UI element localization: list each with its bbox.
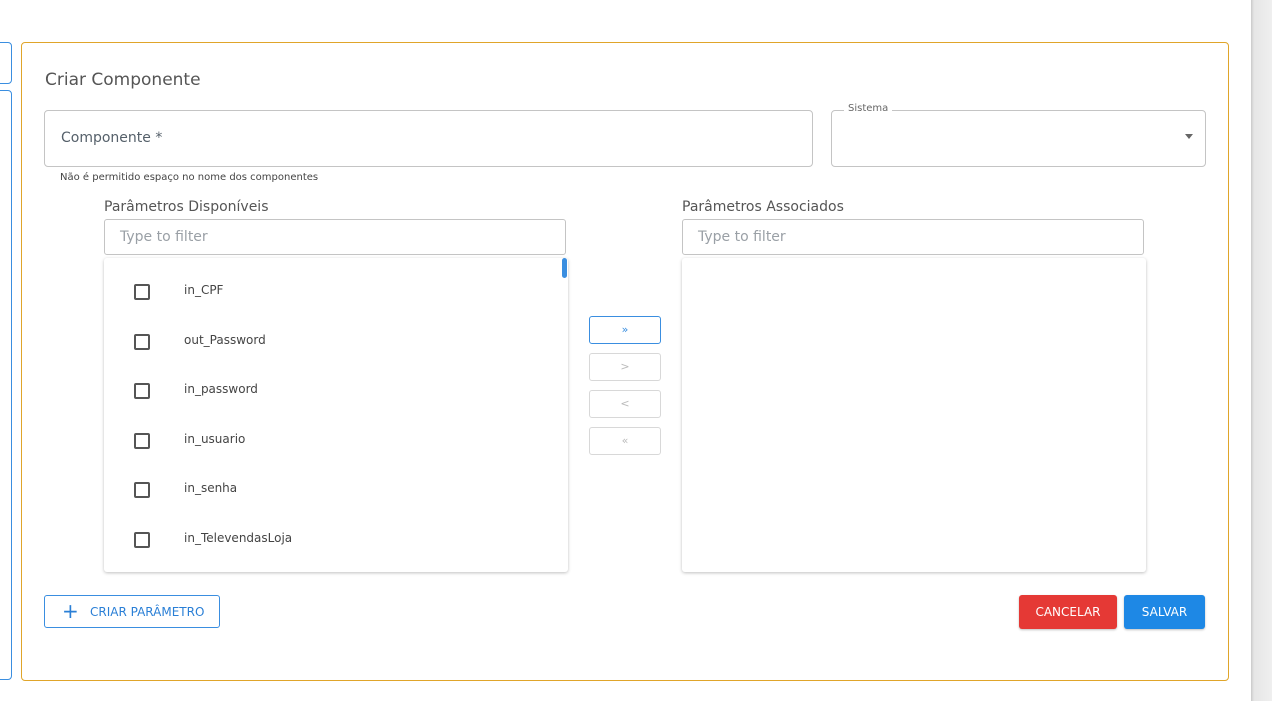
list-item-label: in_TelevendasLoja [184,531,293,545]
cancel-button[interactable]: CANCELAR [1019,595,1117,629]
checkbox[interactable] [134,433,150,449]
page-scrollbar[interactable] [1251,0,1272,701]
list-item[interactable]: in_password [104,375,544,405]
dropdown-caret-icon [1185,134,1193,139]
list-item-label: in_usuario [184,432,246,446]
create-parameter-label: CRIAR PARÂMETRO [90,605,205,619]
list-item-label: in_CPF [184,283,224,297]
card-title: Criar Componente [45,70,201,90]
list-item[interactable]: in_TelevendasLoja [104,524,544,554]
list-scrollbar[interactable] [562,258,567,278]
sistema-select[interactable]: Sistema [831,103,1206,167]
sistema-label: Sistema [844,103,893,114]
move-left-button[interactable]: < [589,390,661,418]
checkbox[interactable] [134,284,150,300]
associated-filter-input[interactable]: Type to filter [682,219,1144,255]
side-panel-top [0,42,12,84]
checkbox[interactable] [134,334,150,350]
available-params-list[interactable]: in_CPF out_Password in_password in_usuar… [104,258,568,572]
move-all-left-button[interactable]: « [589,427,661,455]
checkbox[interactable] [134,532,150,548]
save-button[interactable]: SALVAR [1124,595,1205,629]
list-item-label: in_password [184,382,258,396]
list-item[interactable]: in_CPF [104,276,544,306]
list-item[interactable]: out_Password [104,326,544,356]
move-all-right-button[interactable]: » [589,316,661,344]
plus-icon: + [62,599,79,623]
list-item-label: out_Password [184,333,266,347]
create-component-card: Criar Componente Componente * Não é perm… [21,42,1229,681]
list-item[interactable]: in_usuario [104,425,544,455]
associated-params-list[interactable] [682,258,1146,572]
checkbox[interactable] [134,383,150,399]
list-item[interactable]: in_senha [104,474,544,504]
move-right-button[interactable]: > [589,353,661,381]
componente-field[interactable]: Componente * [44,110,813,167]
available-params-label: Parâmetros Disponíveis [104,199,269,215]
available-filter-input[interactable]: Type to filter [104,219,566,255]
associated-params-label: Parâmetros Associados [682,199,844,215]
side-panel-bottom [0,90,12,680]
componente-placeholder: Componente * [61,130,163,146]
componente-helper-text: Não é permitido espaço no nome dos compo… [60,172,319,183]
create-parameter-button[interactable]: + CRIAR PARÂMETRO [44,595,220,628]
list-item-label: in_senha [184,481,238,495]
checkbox[interactable] [134,482,150,498]
